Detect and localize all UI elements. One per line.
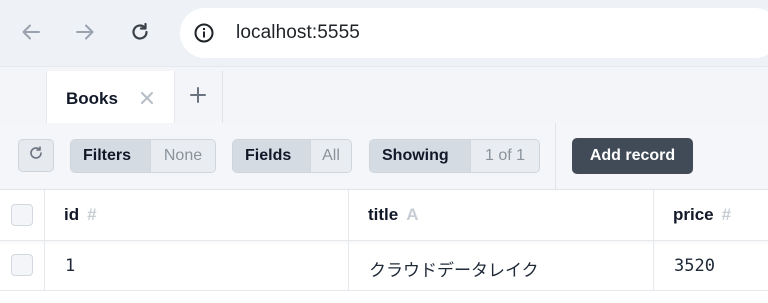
cell-value: 1 bbox=[65, 256, 76, 276]
back-arrow-icon[interactable] bbox=[17, 18, 45, 46]
fields-value[interactable]: All bbox=[310, 140, 351, 172]
column-header-id[interactable]: id # bbox=[45, 190, 349, 240]
filters-control[interactable]: Filters None bbox=[70, 139, 216, 173]
add-tab-button[interactable] bbox=[174, 71, 223, 123]
cell-title[interactable]: クラウドデータレイク bbox=[349, 241, 654, 290]
refresh-icon bbox=[28, 145, 44, 166]
number-type-icon: # bbox=[87, 205, 97, 224]
column-header-title[interactable]: title A bbox=[349, 190, 654, 240]
select-all-cell bbox=[0, 190, 45, 240]
column-header-label: id # bbox=[64, 205, 97, 225]
fields-label[interactable]: Fields bbox=[233, 140, 310, 172]
close-icon[interactable] bbox=[139, 90, 155, 106]
cell-id[interactable]: 1 bbox=[45, 241, 349, 290]
column-header-price[interactable]: price # bbox=[654, 190, 768, 240]
select-all-checkbox[interactable] bbox=[11, 204, 33, 226]
showing-label[interactable]: Showing bbox=[370, 140, 470, 172]
number-type-icon: # bbox=[721, 205, 732, 224]
fields-control[interactable]: Fields All bbox=[232, 139, 352, 173]
address-bar[interactable]: localhost:5555 bbox=[180, 8, 768, 58]
column-name: price bbox=[673, 205, 714, 224]
text-type-icon: A bbox=[406, 205, 419, 224]
cell-value: クラウドデータレイク bbox=[369, 261, 539, 281]
showing-control[interactable]: Showing 1 of 1 bbox=[369, 139, 540, 173]
records-table: id # title A price # 1 クラウドデータレイク 3520 bbox=[0, 190, 768, 303]
browser-toolbar: localhost:5555 bbox=[0, 0, 768, 66]
toolbar-divider bbox=[555, 123, 556, 189]
column-header-label: title A bbox=[368, 205, 419, 225]
info-icon[interactable] bbox=[194, 23, 214, 43]
column-name: id bbox=[64, 205, 80, 224]
tab-label: Books bbox=[66, 89, 118, 108]
cell-value: 3520 bbox=[674, 256, 715, 276]
column-header-label: price # bbox=[673, 205, 731, 225]
table-row[interactable]: 1 クラウドデータレイク 3520 bbox=[0, 241, 768, 291]
table-header-row: id # title A price # bbox=[0, 190, 768, 241]
add-record-button[interactable]: Add record bbox=[572, 138, 693, 174]
row-checkbox[interactable] bbox=[11, 254, 33, 276]
plus-icon bbox=[189, 86, 207, 109]
filters-label[interactable]: Filters bbox=[71, 140, 150, 172]
url-text: localhost:5555 bbox=[236, 22, 360, 43]
records-toolbar: Filters None Fields All Showing 1 of 1 A… bbox=[0, 123, 768, 190]
forward-arrow-icon[interactable] bbox=[71, 18, 99, 46]
refresh-button[interactable] bbox=[18, 139, 54, 172]
tab-strip: Books bbox=[0, 66, 768, 124]
reload-icon[interactable] bbox=[126, 18, 154, 46]
tab-books[interactable]: Books bbox=[46, 71, 175, 124]
cell-price[interactable]: 3520 bbox=[654, 241, 768, 290]
column-name: title bbox=[368, 205, 399, 224]
row-select-cell bbox=[0, 241, 45, 290]
filters-value[interactable]: None bbox=[150, 140, 215, 172]
showing-value[interactable]: 1 of 1 bbox=[470, 140, 539, 172]
